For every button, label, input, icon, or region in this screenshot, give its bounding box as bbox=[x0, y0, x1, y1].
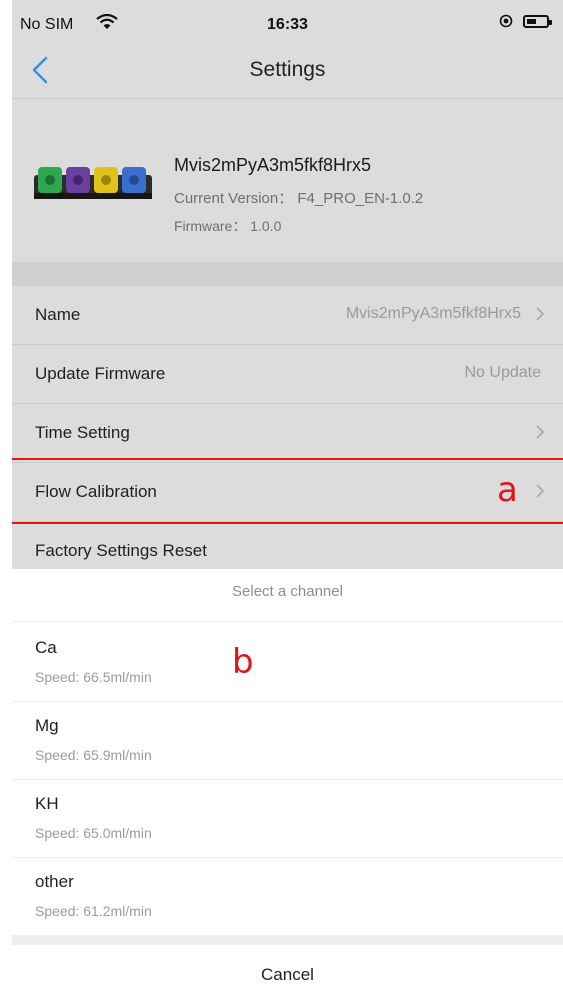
channel-option-kh[interactable]: KH Speed: 65.0ml/min bbox=[12, 778, 563, 858]
device-name: Mvis2mPyA3m5fkf8Hrx5 bbox=[174, 155, 372, 175]
status-time: 16:33 bbox=[267, 16, 308, 33]
highlight-box bbox=[12, 458, 563, 524]
settings-row-label: Name bbox=[35, 305, 81, 324]
chevron-right-icon bbox=[536, 425, 545, 439]
channel-option-other[interactable]: other Speed: 61.2ml/min bbox=[12, 856, 563, 935]
battery-icon bbox=[523, 14, 552, 28]
device-firmware: Firmware： 1.0.0 bbox=[174, 218, 282, 234]
annotation-b: b bbox=[232, 642, 254, 682]
status-icons bbox=[499, 14, 552, 28]
channel-speed: Speed: 66.5ml/min bbox=[35, 669, 152, 685]
channel-name: other bbox=[35, 872, 74, 891]
chevron-right-icon bbox=[536, 307, 545, 321]
settings-list: Name Mvis2mPyA3m5fkf8Hrx5 Update Firmwar… bbox=[12, 286, 563, 569]
settings-row-label: Time Setting bbox=[35, 423, 130, 442]
channel-action-sheet: Select a channel Ca Speed: 66.5ml/min Mg… bbox=[12, 569, 563, 985]
settings-row-label: Factory Settings Reset bbox=[35, 541, 207, 560]
location-icon bbox=[499, 14, 513, 28]
device-card: Mvis2mPyA3m5fkf8Hrx5 Current Version： F4… bbox=[12, 99, 563, 262]
status-bar: No SIM 16:33 bbox=[12, 0, 563, 42]
sheet-gap bbox=[12, 935, 563, 945]
page-title: Settings bbox=[249, 58, 326, 81]
settings-row-value: Mvis2mPyA3m5fkf8Hrx5 bbox=[345, 305, 521, 322]
settings-row-value: No Update bbox=[464, 364, 542, 381]
channel-name: Mg bbox=[35, 716, 59, 735]
settings-row-time-setting[interactable]: Time Setting bbox=[12, 404, 563, 463]
screen: No SIM 16:33 Settings Mvis2mPyA3m5fkf8Hr… bbox=[12, 0, 563, 985]
channel-option-ca[interactable]: Ca Speed: 66.5ml/min bbox=[12, 622, 563, 702]
channel-name: KH bbox=[35, 794, 59, 813]
channel-name: Ca bbox=[35, 638, 57, 657]
annotation-a: a bbox=[497, 470, 518, 510]
channel-option-mg[interactable]: Mg Speed: 65.9ml/min bbox=[12, 700, 563, 780]
settings-row-label: Update Firmware bbox=[35, 364, 166, 383]
channel-speed: Speed: 61.2ml/min bbox=[35, 903, 152, 919]
device-image bbox=[34, 167, 152, 199]
channel-speed: Speed: 65.9ml/min bbox=[35, 747, 152, 763]
channel-speed: Speed: 65.0ml/min bbox=[35, 825, 152, 841]
cancel-button[interactable]: Cancel bbox=[12, 965, 563, 985]
sheet-title: Select a channel bbox=[232, 583, 343, 600]
settings-row-name[interactable]: Name Mvis2mPyA3m5fkf8Hrx5 bbox=[12, 286, 563, 345]
section-separator bbox=[12, 262, 563, 286]
settings-row-update-firmware[interactable]: Update Firmware No Update bbox=[12, 345, 563, 404]
device-version: Current Version： F4_PRO_EN-1.0.2 bbox=[174, 190, 424, 207]
navigation-bar: Settings bbox=[12, 42, 563, 99]
